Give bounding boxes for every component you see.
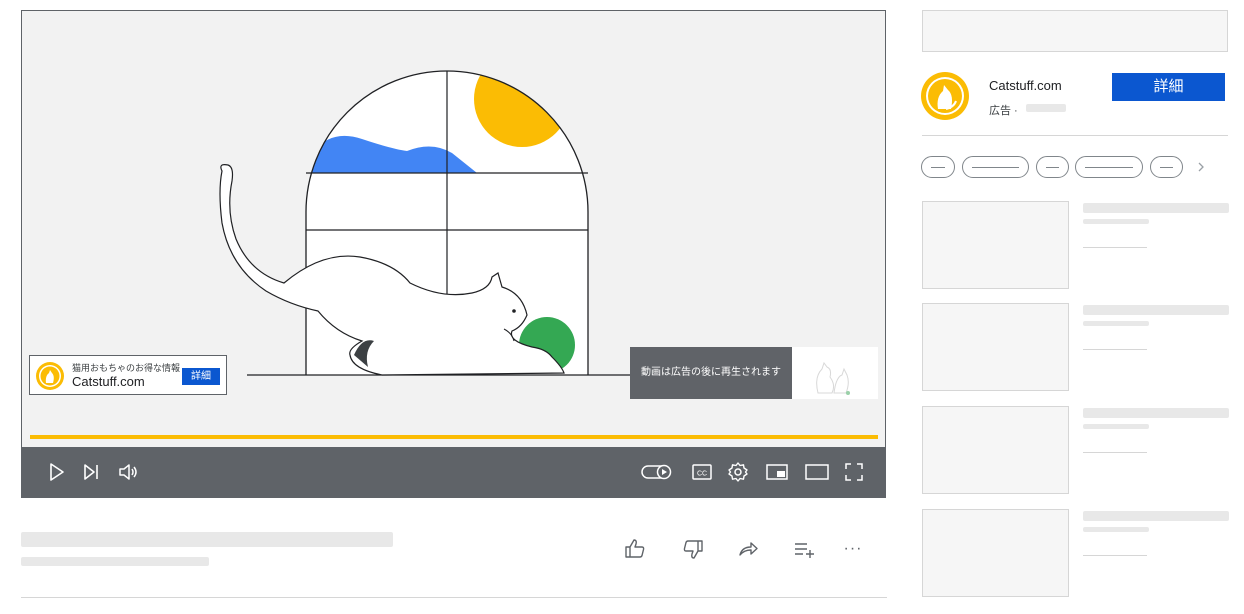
ad-label: 広告 · <box>989 105 1018 117</box>
share-button[interactable] <box>735 536 761 562</box>
settings-button[interactable] <box>724 458 752 486</box>
autoplay-toggle-icon <box>641 464 672 480</box>
filter-chip[interactable] <box>1150 156 1183 178</box>
video-player[interactable]: 猫用おもちゃのお得な情報 Catstuff.com 詳細 動画は広告の後に再生さ… <box>21 10 886 498</box>
recommended-video-title-placeholder <box>1083 305 1229 315</box>
video-title-placeholder <box>21 532 393 547</box>
ad-details-button[interactable]: 詳細 <box>182 368 220 385</box>
filter-chip[interactable] <box>1036 156 1069 178</box>
recommended-video-thumbnail[interactable] <box>922 406 1069 494</box>
save-to-playlist-icon <box>795 543 814 558</box>
recommended-video-channel-placeholder <box>1083 527 1149 532</box>
play-button[interactable] <box>42 458 70 486</box>
captions-icon: CC <box>692 464 712 480</box>
video-plays-after-ad-notice: 動画は広告の後に再生されます <box>630 347 792 399</box>
ad-meta-placeholder <box>1026 104 1066 112</box>
ad-site-name[interactable]: Catstuff.com <box>72 374 145 389</box>
ad-progress-fill <box>30 435 878 439</box>
miniplayer-button[interactable] <box>763 458 791 486</box>
recommended-video-title-placeholder <box>1083 511 1229 521</box>
content-divider <box>21 597 887 598</box>
next-button[interactable] <box>77 458 105 486</box>
advertiser-name[interactable]: Catstuff.com <box>989 78 1062 93</box>
recommended-video-meta-placeholder <box>1083 349 1147 350</box>
recommended-video-thumbnail[interactable] <box>922 303 1069 391</box>
recommended-video-meta-placeholder <box>1083 247 1147 248</box>
dislike-icon <box>683 540 703 559</box>
filter-chip[interactable] <box>962 156 1029 178</box>
next-icon <box>84 464 98 480</box>
sun-shape <box>474 71 570 147</box>
theater-icon <box>805 464 829 480</box>
ad-progress-bar[interactable] <box>30 435 878 439</box>
recommended-video-channel-placeholder <box>1083 219 1149 224</box>
like-icon <box>625 539 645 558</box>
volume-icon <box>119 464 137 480</box>
more-actions-button[interactable]: ··· <box>840 536 866 562</box>
video-subtitle-placeholder <box>21 557 209 566</box>
fullscreen-button[interactable] <box>840 458 868 486</box>
recommended-video-meta-placeholder <box>1083 452 1147 453</box>
like-button[interactable] <box>622 536 648 562</box>
sidebar-divider <box>922 135 1228 136</box>
settings-icon <box>728 462 748 482</box>
captions-button[interactable]: CC <box>688 458 716 486</box>
recommended-video-thumbnail[interactable] <box>922 201 1069 289</box>
theater-mode-button[interactable] <box>803 458 831 486</box>
advertiser-logo-icon[interactable] <box>920 71 970 121</box>
recommended-video-title-placeholder <box>1083 408 1229 418</box>
filter-chip[interactable] <box>921 156 955 178</box>
recommended-video-channel-placeholder <box>1083 424 1149 429</box>
upcoming-video-thumbnail[interactable] <box>792 347 878 399</box>
share-icon <box>739 542 758 556</box>
advertiser-details-button[interactable]: 詳細 <box>1112 73 1225 101</box>
dislike-button[interactable] <box>680 536 706 562</box>
fullscreen-icon <box>845 463 863 481</box>
captions-label: CC <box>697 471 707 478</box>
volume-button[interactable] <box>114 458 142 486</box>
autoplay-toggle[interactable] <box>640 458 674 486</box>
filter-chip[interactable] <box>1075 156 1143 178</box>
overlay-ad-card[interactable]: 猫用おもちゃのお得な情報 Catstuff.com 詳細 <box>29 355 227 395</box>
play-icon <box>50 463 64 481</box>
recommended-video-title-placeholder <box>1083 203 1229 213</box>
recommended-video-meta-placeholder <box>1083 555 1147 556</box>
miniplayer-icon <box>766 464 788 480</box>
sidebar-top-placeholder <box>922 10 1228 52</box>
catstuff-logo-icon <box>36 362 64 390</box>
chevron-right-icon[interactable] <box>1192 158 1210 176</box>
recommended-video-thumbnail[interactable] <box>922 509 1069 597</box>
player-control-bar: CC <box>22 447 885 497</box>
recommended-video-channel-placeholder <box>1083 321 1149 326</box>
save-to-playlist-button[interactable] <box>791 536 817 562</box>
ad-tagline: 猫用おもちゃのお得な情報 <box>72 363 181 373</box>
